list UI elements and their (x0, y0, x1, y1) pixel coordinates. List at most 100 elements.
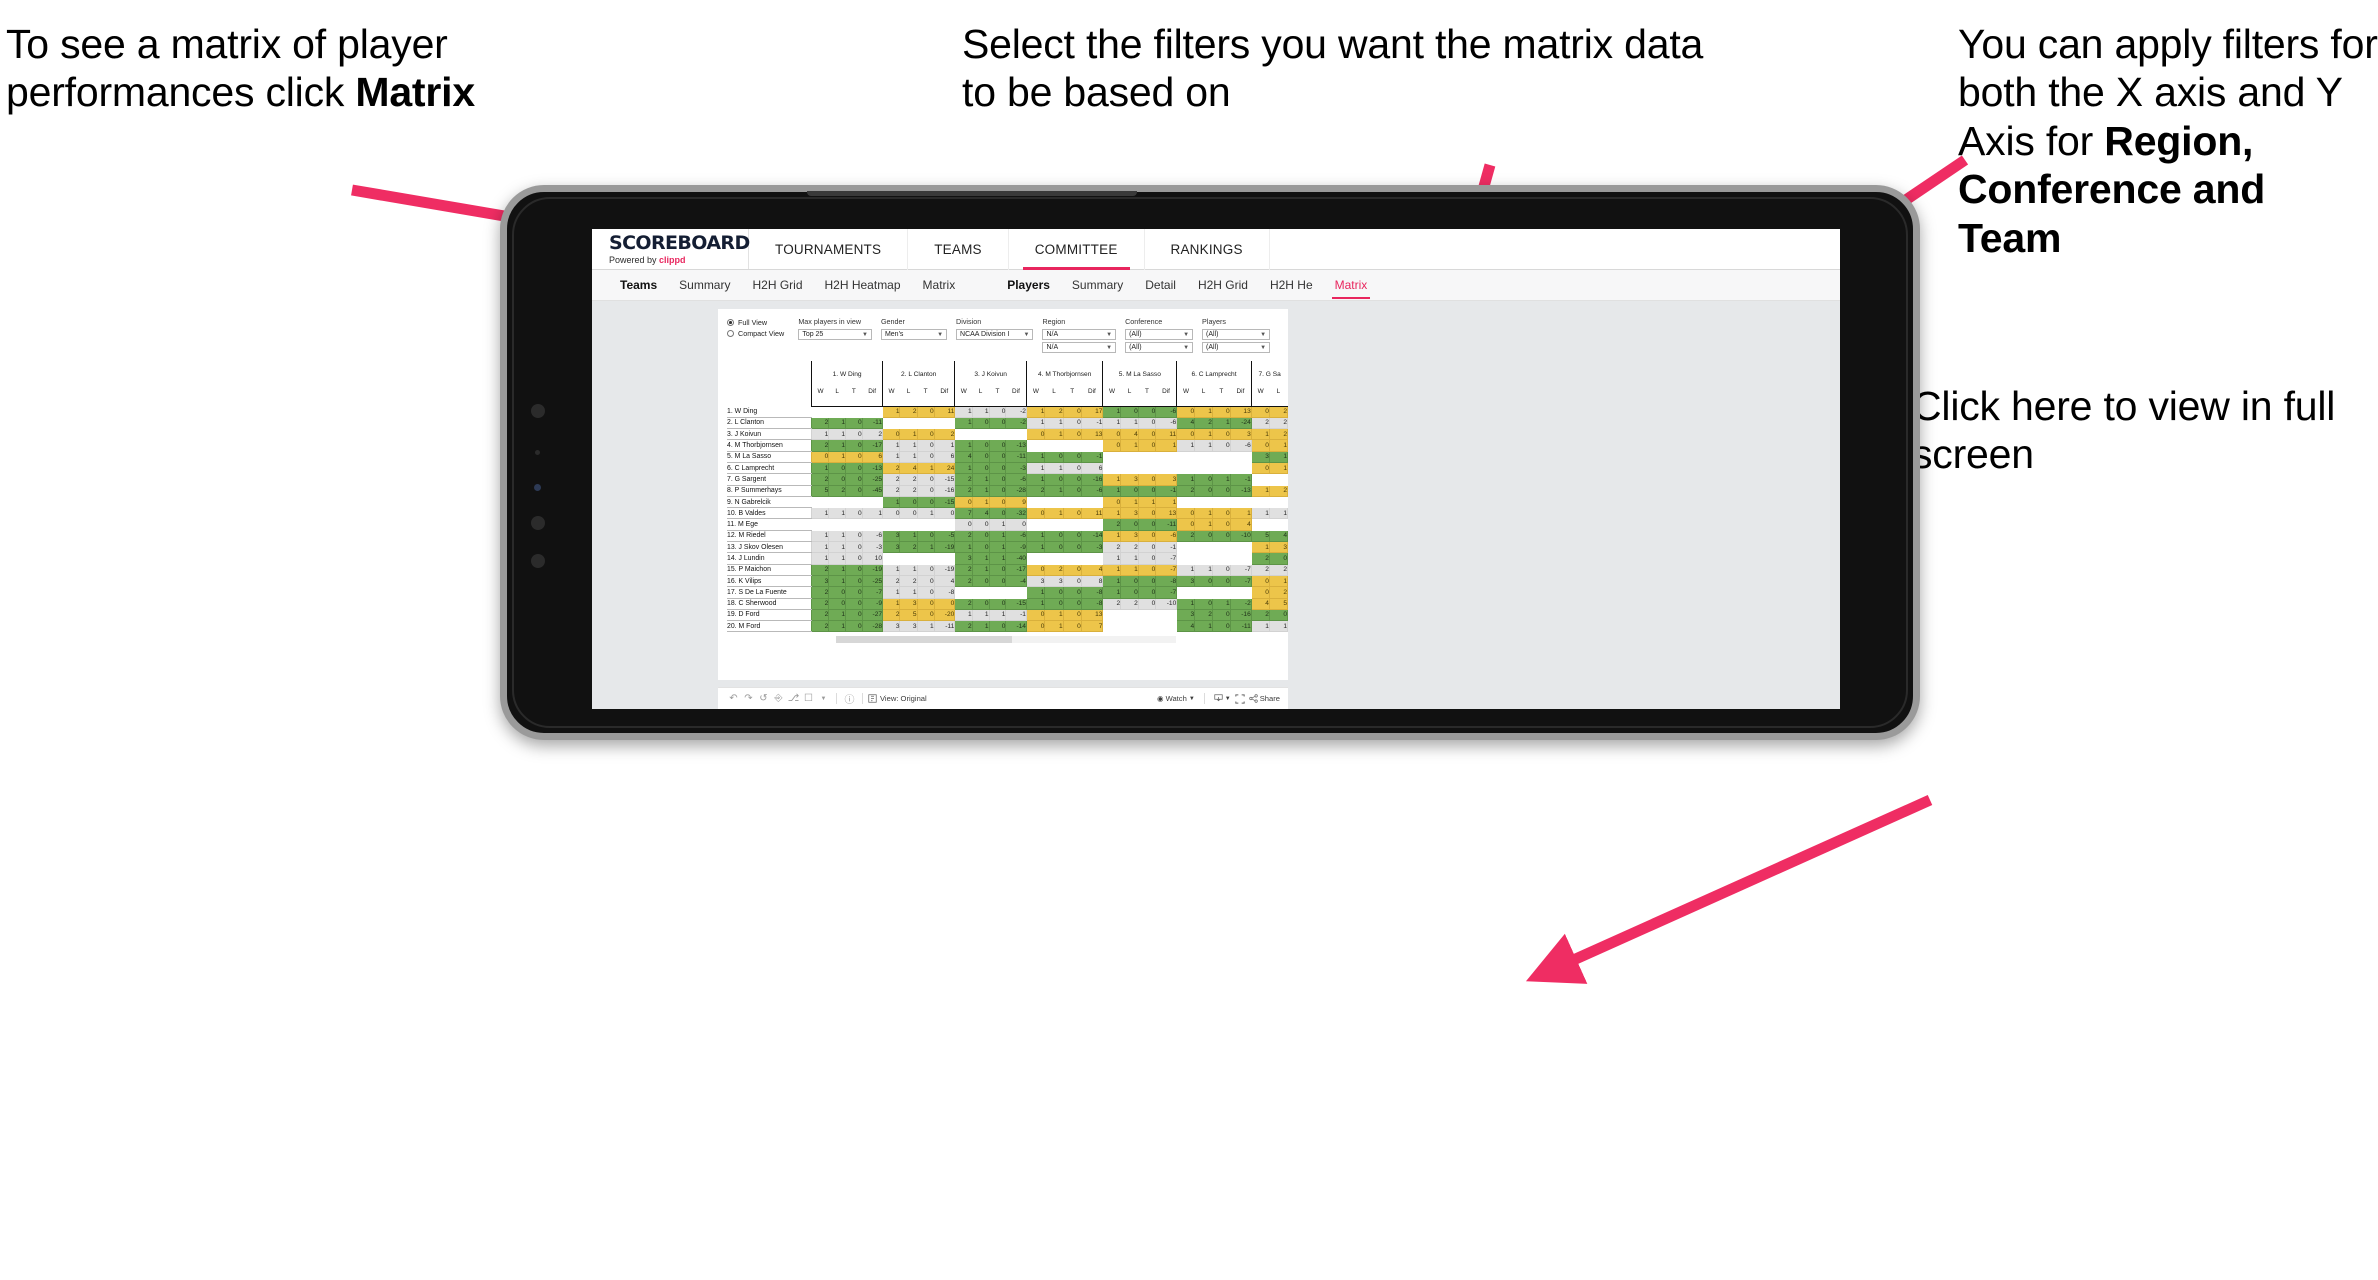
matrix-cell[interactable]: -7 (1229, 574, 1252, 588)
matrix-row[interactable]: 1. W Ding 1 2 0 11 1 1 0 -2 1 2 0 17 1 0 0 -6 0 1 0 13 0 2 (727, 405, 1289, 418)
matrix-cell[interactable]: 0 (1044, 450, 1064, 463)
matrix-cell[interactable]: -6 (1229, 439, 1252, 452)
matrix-cell[interactable]: -7 (1155, 552, 1178, 565)
matrix-cell[interactable]: 1 (1102, 563, 1122, 576)
matrix-row[interactable]: 6. C Lamprecht 1 0 0 -13 2 4 1 24 1 0 0 -3 1 1 0 6 0 1 (727, 461, 1289, 475)
matrix-cell[interactable]: 0 (1250, 405, 1270, 418)
matrix-cell[interactable]: 1 (933, 439, 956, 452)
brand-logo[interactable]: SCOREBOARD Powered by clippd (592, 229, 750, 269)
matrix-cell[interactable] (1194, 586, 1213, 599)
matrix-cell[interactable]: 0 (845, 608, 863, 622)
sub-nav-players-h2h-heatmap[interactable]: H2H He (1259, 270, 1324, 301)
matrix-cell[interactable]: 1 (1268, 461, 1289, 475)
matrix-cell[interactable]: 0 (1137, 518, 1157, 531)
filter-gender-select[interactable]: Men's ▼ (880, 329, 948, 340)
matrix-cell[interactable] (845, 405, 863, 418)
matrix-horizontal-scrollbar[interactable] (836, 636, 1176, 644)
matrix-cell[interactable]: 2 (1268, 428, 1289, 441)
matrix-cell[interactable]: 11 (1155, 428, 1178, 441)
matrix-cell[interactable]: 2 (1268, 586, 1289, 599)
matrix-cell[interactable]: 1 (1194, 518, 1213, 531)
matrix-cell[interactable]: 0 (1025, 507, 1046, 520)
matrix-cell[interactable]: 1 (1120, 563, 1139, 576)
matrix-cell[interactable]: 1 (828, 620, 847, 633)
matrix-cell[interactable]: 2 (811, 608, 830, 622)
matrix-cell[interactable]: 0 (845, 552, 863, 565)
matrix-cell[interactable]: -6 (1155, 529, 1178, 543)
matrix-cell[interactable]: 0 (1137, 563, 1157, 576)
matrix-cell[interactable]: -24 (1229, 416, 1252, 430)
matrix-cell[interactable]: 0 (1044, 541, 1064, 554)
matrix-cell[interactable]: 1 (1268, 450, 1289, 463)
matrix-cell[interactable]: 0 (882, 428, 901, 441)
matrix-cell[interactable]: 2 (861, 428, 884, 441)
matrix-cell[interactable] (954, 586, 973, 599)
matrix-cell[interactable]: 0 (1194, 597, 1213, 610)
matrix-cell[interactable] (916, 552, 935, 565)
matrix-row[interactable]: 12. M Riedel 1 1 0 -6 3 1 0 -5 2 0 1 -6 1 0 0 -14 1 3 0 -6 2 0… (727, 529, 1289, 543)
matrix-cell[interactable]: 2 (954, 529, 973, 543)
matrix-cell[interactable]: 1 (1268, 574, 1289, 588)
matrix-cell[interactable]: 4 (899, 461, 918, 475)
nav-item-committee[interactable]: COMMITTEE (1009, 229, 1145, 270)
matrix-cell[interactable]: 0 (988, 461, 1007, 475)
matrix-cell[interactable] (1062, 439, 1082, 452)
sub-nav-teams-h2h-heatmap[interactable]: H2H Heatmap (814, 270, 912, 301)
watch-button[interactable]: ◉ Watch ▼ (1157, 694, 1195, 703)
matrix-cell[interactable] (1044, 495, 1064, 509)
matrix-cell[interactable] (811, 518, 830, 531)
matrix-cell[interactable]: 0 (1062, 574, 1082, 588)
matrix-cell[interactable]: 0 (988, 484, 1007, 497)
matrix-cell[interactable]: 0 (1062, 405, 1082, 418)
matrix-cell[interactable]: 0 (988, 574, 1007, 588)
matrix-cell[interactable]: 0 (845, 541, 863, 554)
matrix-cell[interactable]: 1 (1102, 405, 1122, 418)
matrix-cell[interactable]: 0 (916, 405, 935, 418)
matrix-cell[interactable]: 1 (988, 608, 1007, 622)
matrix-cell[interactable] (828, 405, 847, 418)
matrix-cell[interactable]: 1 (899, 529, 918, 543)
matrix-cell[interactable] (1194, 450, 1213, 463)
matrix-cell[interactable]: 0 (1194, 484, 1213, 497)
matrix-cell[interactable]: 0 (916, 529, 935, 543)
matrix-cell[interactable]: 0 (1062, 597, 1082, 610)
matrix-cell[interactable]: 1 (988, 552, 1007, 565)
matrix-cell[interactable]: 2 (1176, 484, 1196, 497)
matrix-cell[interactable] (1120, 608, 1139, 622)
matrix-cell[interactable]: 0 (899, 507, 918, 520)
matrix-cell[interactable]: 4 (1268, 529, 1289, 543)
matrix-cell[interactable] (1194, 495, 1213, 509)
matrix-cell[interactable]: 0 (1137, 416, 1157, 430)
matrix-cell[interactable] (1211, 586, 1231, 599)
matrix-cell[interactable]: 1 (1102, 529, 1122, 543)
matrix-cell[interactable]: -19 (933, 563, 956, 576)
matrix-cell[interactable]: 0 (1062, 461, 1082, 475)
matrix-cell[interactable] (1229, 495, 1252, 509)
matrix-cell[interactable]: 0 (1120, 574, 1139, 588)
matrix-cell[interactable]: 0 (1176, 428, 1196, 441)
matrix-cell[interactable]: 11 (1080, 507, 1104, 520)
matrix-cell[interactable] (1155, 450, 1178, 463)
matrix-cell[interactable]: 1 (916, 620, 935, 633)
matrix-cell[interactable]: 0 (1268, 608, 1289, 622)
matrix-cell[interactable]: 2 (954, 484, 973, 497)
matrix-cell[interactable]: 3 (1229, 428, 1252, 441)
matrix-cell[interactable] (1120, 461, 1139, 475)
matrix-cell[interactable]: 1 (1194, 563, 1213, 576)
pause-updates-icon[interactable]: ⎇ (786, 693, 801, 704)
matrix-cell[interactable]: 0 (1211, 608, 1231, 622)
matrix-cell[interactable]: 0 (845, 586, 863, 599)
matrix-cell[interactable]: 4 (1120, 428, 1139, 441)
matrix-cell[interactable] (861, 495, 884, 509)
matrix-cell[interactable] (1062, 552, 1082, 565)
matrix-cell[interactable]: 0 (1176, 405, 1196, 418)
matrix-cell[interactable]: 1 (916, 507, 935, 520)
matrix-cell[interactable] (861, 405, 884, 418)
matrix-cell[interactable]: 3 (1250, 450, 1270, 463)
matrix-cell[interactable]: 1 (1120, 495, 1139, 509)
matrix-cell[interactable]: -2 (1005, 416, 1027, 430)
matrix-cell[interactable]: 4 (954, 450, 973, 463)
matrix-cell[interactable]: 2 (899, 541, 918, 554)
chevron-down-icon[interactable]: ▼ (816, 696, 831, 702)
matrix-cell[interactable]: 7 (954, 507, 973, 520)
